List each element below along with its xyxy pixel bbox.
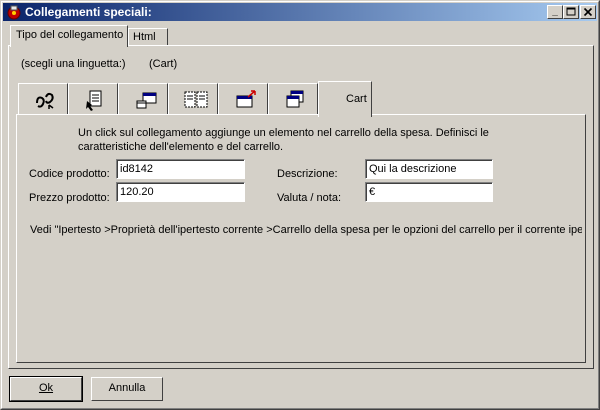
ok-button-label: Ok (38, 382, 54, 394)
price-label: Prezzo prodotto: (29, 192, 110, 204)
maximize-icon (566, 7, 576, 16)
tab-label: Html (133, 31, 156, 43)
cart-settings-note: Vedi "Ipertesto >Proprietà dell'ipertest… (30, 224, 582, 236)
app-icon (7, 5, 21, 20)
tab-document[interactable] (68, 83, 118, 115)
tab-cart[interactable]: Cart (318, 81, 372, 117)
minimize-button[interactable]: _ (547, 5, 563, 19)
close-icon (583, 7, 593, 17)
current-tab-hint: (Cart) (149, 58, 178, 70)
tab-window-arrow[interactable] (218, 83, 268, 115)
document-pointer-icon (86, 90, 102, 111)
close-button[interactable] (580, 5, 596, 19)
window-title: Collegamenti speciali: (25, 5, 152, 19)
window-icon (136, 92, 157, 109)
product-code-input[interactable] (116, 159, 245, 179)
tab-frames[interactable] (168, 83, 218, 115)
price-input[interactable] (116, 182, 245, 202)
cancel-button[interactable]: Annulla (91, 377, 163, 401)
maximize-button[interactable] (563, 5, 579, 19)
currency-input[interactable] (365, 182, 493, 202)
dialog-window: Collegamenti speciali: _ Tipo del colleg… (0, 0, 600, 410)
tab-link[interactable] (18, 83, 68, 115)
minimize-icon: _ (552, 6, 558, 17)
link-chain-icon (36, 92, 54, 109)
choose-tab-hint: (scegli una linguetta:) (21, 58, 126, 70)
tab-stacked-windows[interactable] (268, 83, 318, 115)
description-input[interactable] (365, 159, 493, 179)
cancel-button-label: Annulla (108, 382, 146, 394)
tab-label: Cart (346, 93, 367, 105)
stacked-windows-icon (286, 90, 304, 108)
tab-joint (11, 45, 127, 47)
frames-icon (184, 91, 208, 108)
tab-tipo-collegamento[interactable]: Tipo del collegamento (10, 25, 128, 47)
tab-label: Tipo del collegamento (16, 29, 124, 41)
product-code-label: Codice prodotto: (29, 168, 110, 180)
ok-button[interactable]: Ok (9, 376, 83, 402)
cart-description-line-2: caratteristiche dell'elemento e del carr… (78, 141, 284, 153)
tab-window[interactable] (118, 83, 168, 115)
tab-html[interactable]: Html (128, 28, 168, 46)
window-arrow-icon (236, 90, 256, 108)
currency-label: Valuta / nota: (277, 192, 342, 204)
description-label: Descrizione: (277, 168, 338, 180)
cart-description-line-1: Un click sul collegamento aggiunge un el… (78, 127, 489, 139)
title-bar[interactable]: Collegamenti speciali: _ (3, 3, 597, 21)
